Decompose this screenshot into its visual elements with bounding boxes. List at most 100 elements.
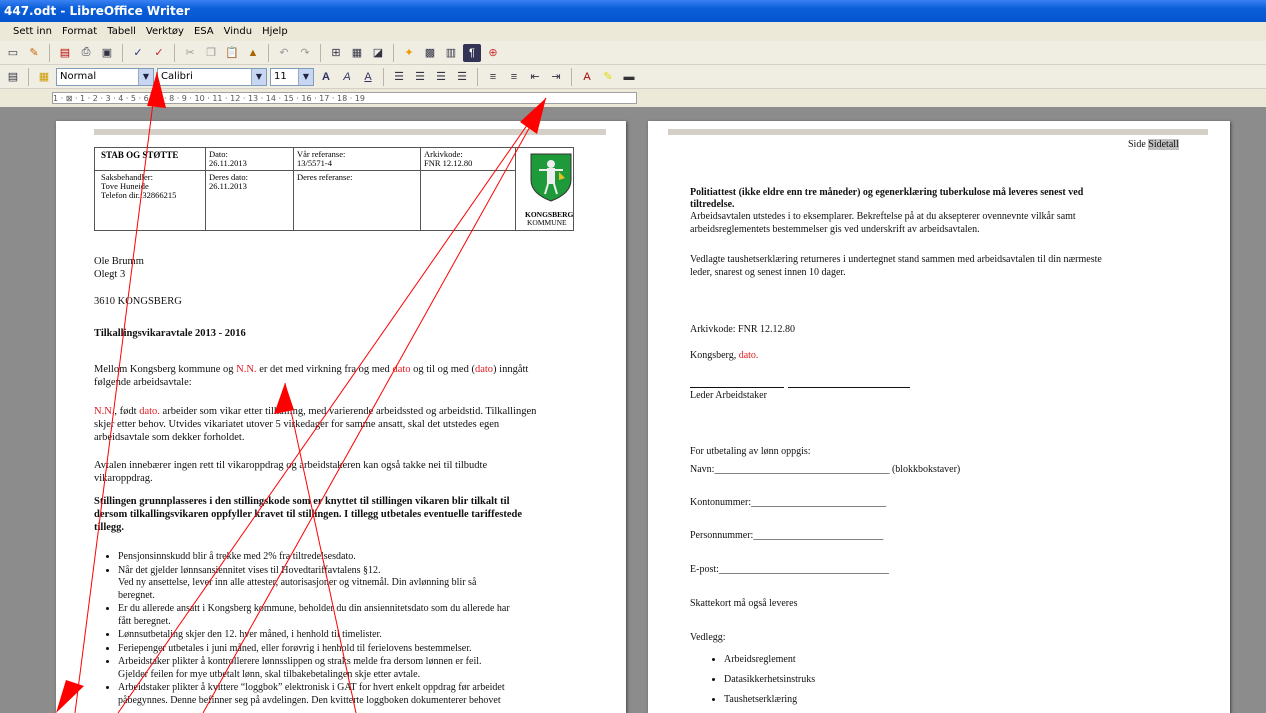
underline-icon[interactable]: A: [359, 68, 377, 86]
print-preview-icon[interactable]: ▣: [98, 44, 116, 62]
navigator-icon[interactable]: ✦: [400, 44, 418, 62]
chevron-down-icon: ▼: [298, 68, 313, 85]
numbering-icon[interactable]: ≡: [484, 68, 502, 86]
list-item: Pensjonsinnskudd blir å trekke med 2% fr…: [118, 551, 608, 564]
paragraph-1: Mellom Kongsberg kommune og N.N. er det …: [94, 364, 529, 388]
styles-icon[interactable]: ▤: [4, 68, 22, 86]
unit-name: STAB OG STØTTE: [101, 150, 179, 160]
page2-arkivkode: Arkivkode: FNR 12.12.80: [690, 324, 795, 335]
dato-value: 26.11.2013: [209, 158, 247, 168]
font-name-select[interactable]: Calibri ▼: [157, 67, 267, 86]
paragraph-style-select[interactable]: Normal ▼: [56, 67, 154, 86]
italic-icon[interactable]: A: [338, 68, 356, 86]
autospell-icon[interactable]: ✓: [150, 44, 168, 62]
horizontal-ruler[interactable]: 1 · ⊠ · 1 · 2 · 3 · 4 · 5 · 6 · 7 · 8 · …: [0, 89, 1266, 107]
signature-line-employee: [788, 387, 910, 388]
table-icon[interactable]: ▦: [348, 44, 366, 62]
name-field[interactable]: Navn:___________________________________…: [690, 463, 960, 476]
menu-tools[interactable]: Verktøy: [141, 26, 189, 37]
font-size-select[interactable]: 11 ▼: [270, 67, 314, 86]
signature-labels: Leder Arbeidstaker: [690, 390, 767, 401]
datasources-icon[interactable]: ▥: [442, 44, 460, 62]
new-document-icon[interactable]: ▭: [4, 44, 22, 62]
page2-para-1: Arbeidsavtalen utstedes i to eksemplarer…: [690, 211, 1076, 235]
var-ref-value: 13/5571-4: [297, 158, 332, 168]
document-page-2[interactable]: Side Sidetall Politiattest (ikke eldre e…: [648, 121, 1230, 713]
bold-icon[interactable]: A: [317, 68, 335, 86]
window-title: 447.odt - LibreOffice Writer: [0, 0, 1266, 22]
chevron-down-icon: ▼: [138, 68, 153, 85]
menu-help[interactable]: Hjelp: [257, 26, 293, 37]
logo-text-2: KOMMUNE: [527, 218, 567, 227]
font-size-value: 11: [274, 70, 287, 82]
paragraph-2: N.N., født dato. arbeider som vikar ette…: [94, 406, 537, 443]
cut-icon[interactable]: ✂: [181, 44, 199, 62]
standard-toolbar: ▭ ✎ ▤ ⎙ ▣ ✓ ✓ ✂ ❐ 📋 ▲ ↶ ↷ ⊞ ▦ ◪ ✦ ▩ ▥ ¶ …: [0, 41, 1266, 65]
background-color-icon[interactable]: ▬: [620, 68, 638, 86]
bullets-icon[interactable]: ≡: [505, 68, 523, 86]
personal-number-field[interactable]: Personnummer:__________________________: [690, 529, 883, 542]
document-workspace: STAB OG STØTTE Dato: 26.11.2013 Vår refe…: [0, 107, 1266, 713]
document-page-1[interactable]: STAB OG STØTTE Dato: 26.11.2013 Vår refe…: [56, 121, 626, 713]
payment-info-label: For utbetaling av lønn oppgis:: [690, 446, 811, 457]
increase-indent-icon[interactable]: ⇥: [547, 68, 565, 86]
list-item: Arbeidsreglement: [724, 650, 815, 669]
paragraph-3: Avtalen innebærer ingen rett til vikarop…: [94, 460, 488, 484]
decrease-indent-icon[interactable]: ⇤: [526, 68, 544, 86]
list-item: Feriepenger utbetales i juni måned, elle…: [118, 643, 608, 656]
highlight-icon[interactable]: ✎: [599, 68, 617, 86]
list-item: Er du allerede ansatt i Kongsberg kommun…: [118, 603, 608, 628]
signature-line-leader: [690, 387, 784, 388]
deres-ref-label: Deres referanse:: [297, 172, 353, 182]
export-pdf-icon[interactable]: ▤: [56, 44, 74, 62]
style-list-icon[interactable]: ▦: [35, 68, 53, 86]
list-item: Arbeidstaker plikter å kontrollerere løn…: [118, 656, 608, 681]
menu-format[interactable]: Format: [57, 26, 102, 37]
redo-icon[interactable]: ↷: [296, 44, 314, 62]
align-right-icon[interactable]: ☰: [432, 68, 450, 86]
list-item: Taushetserklæring: [724, 690, 815, 709]
spellcheck-icon[interactable]: ✓: [129, 44, 147, 62]
menu-window[interactable]: Vindu: [219, 26, 257, 37]
header-bar: [94, 129, 606, 135]
recipient-address: Olegt 3: [94, 269, 126, 280]
kongsberg-coat-of-arms-icon: [530, 153, 572, 202]
tax-card-note: Skattekort må også leveres: [690, 598, 798, 609]
formatting-marks-icon[interactable]: ¶: [463, 43, 481, 62]
menu-table[interactable]: Tabell: [102, 26, 141, 37]
paste-icon[interactable]: 📋: [223, 44, 241, 62]
page2-heading: Politiattest (ikke eldre enn tre måneder…: [690, 187, 1084, 210]
show-draw-icon[interactable]: ◪: [369, 44, 387, 62]
letterhead-table: STAB OG STØTTE Dato: 26.11.2013 Vår refe…: [94, 147, 574, 231]
arkivkode-value: FNR 12.12.80: [424, 158, 473, 168]
gallery-icon[interactable]: ▩: [421, 44, 439, 62]
terms-list: Pensjonsinnskudd blir å trekke med 2% fr…: [118, 551, 608, 708]
print-icon[interactable]: ⎙: [77, 44, 95, 62]
ruler-scale: 1 · ⊠ · 1 · 2 · 3 · 4 · 5 · 6 · 7 · 8 · …: [52, 92, 637, 104]
telefon-value: Telefon dir.:32866215: [101, 190, 177, 200]
copy-icon[interactable]: ❐: [202, 44, 220, 62]
paragraph-4: Stillingen grunnplasseres i den stilling…: [94, 496, 523, 533]
document-title: Tilkallingsvikaravtale 2013 - 2016: [94, 328, 246, 339]
list-item: Lønnsutbetaling skjer den 12. hver måned…: [118, 629, 608, 642]
menu-insert[interactable]: Sett inn: [8, 26, 57, 37]
zoom-icon[interactable]: ⊕: [484, 44, 502, 62]
list-item: Datasikkerhetsinstruks: [724, 670, 815, 689]
menu-bar: Sett inn Format Tabell Verktøy ESA Vindu…: [0, 22, 1266, 41]
undo-icon[interactable]: ↶: [275, 44, 293, 62]
attachments-list: Arbeidsreglement Datasikkerhetsinstruks …: [724, 650, 815, 710]
chevron-down-icon: ▼: [251, 68, 266, 85]
page2-place-date: Kongsberg, dato.: [690, 350, 759, 361]
justify-icon[interactable]: ☰: [453, 68, 471, 86]
hyperlink-icon[interactable]: ⊞: [327, 44, 345, 62]
account-number-field[interactable]: Kontonummer:___________________________: [690, 496, 886, 509]
email-field[interactable]: E-post:_________________________________…: [690, 563, 889, 576]
format-paintbrush-icon[interactable]: ▲: [244, 44, 262, 62]
align-left-icon[interactable]: ☰: [390, 68, 408, 86]
font-color-icon[interactable]: A: [578, 68, 596, 86]
formatting-toolbar: ▤ ▦ Normal ▼ Calibri ▼ 11 ▼ A A A ☰ ☰ ☰ ☰ ≡…: [0, 65, 1266, 89]
menu-esa[interactable]: ESA: [189, 26, 219, 37]
align-center-icon[interactable]: ☰: [411, 68, 429, 86]
edit-file-icon[interactable]: ✎: [25, 44, 43, 62]
header-bar: [668, 129, 1208, 135]
